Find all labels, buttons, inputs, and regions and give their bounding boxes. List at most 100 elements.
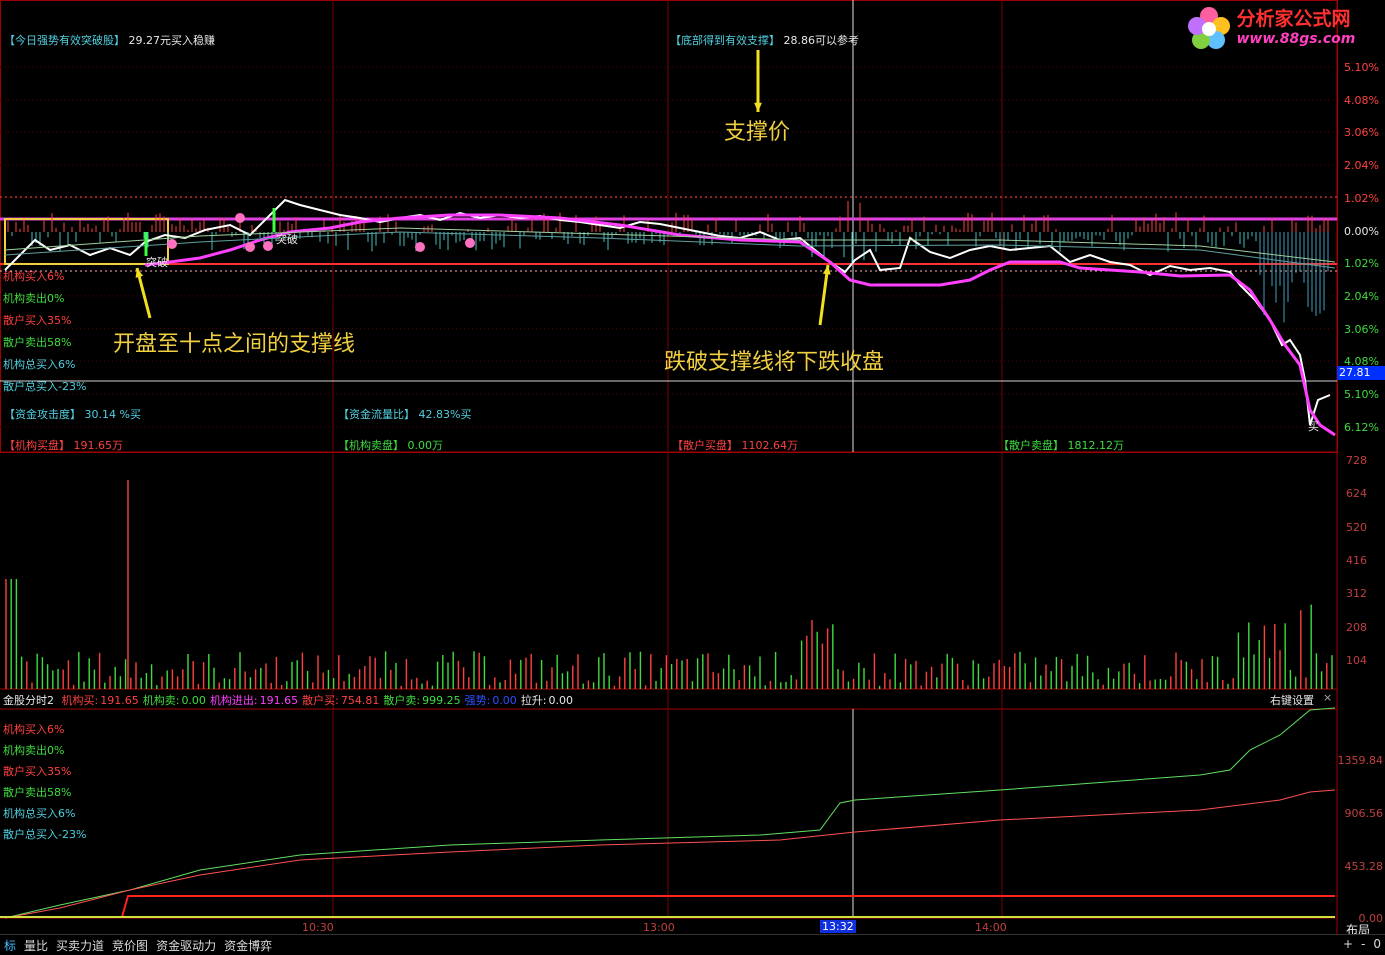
average-price-line xyxy=(144,213,1336,437)
tab-auction-chart[interactable]: 竞价图 xyxy=(108,935,152,955)
indicator-item-value: 0.00 xyxy=(492,694,517,707)
intraday-chart-canvas[interactable] xyxy=(0,0,1385,955)
label-key: 【散户买盘】 xyxy=(672,439,738,452)
label-key: 【底部得到有效支撑】 xyxy=(670,34,780,47)
main-left-stats: 机构买入6% 机构卖出0% 散户买入35% 散户卖出58% 机构总买入6% 散户… xyxy=(3,266,86,398)
stat-inst-sell: 机构卖出0% xyxy=(3,292,65,305)
label-key: 【机构卖盘】 xyxy=(338,439,404,452)
inst-buy-cumulative xyxy=(5,895,1335,918)
volume-axis-label: 312 xyxy=(1346,587,1367,601)
stat-retail-buy: 散户买入35% xyxy=(3,765,72,778)
price-axis-label: 4.08% xyxy=(1344,93,1379,107)
price-axis-label: 1.02% xyxy=(1344,191,1379,205)
annotation-support-line: 开盘至十点之间的支撑线 xyxy=(113,332,356,357)
indicator-item-label: 机构买: xyxy=(61,694,99,707)
label-value: 0.00万 xyxy=(407,439,444,452)
lower-axis-label: 1359.84 xyxy=(1337,754,1384,767)
buy-mark: 买 xyxy=(1308,420,1319,433)
watermark-url: www.88gs.com xyxy=(1236,31,1356,47)
indicator-item: 拉升: 0.00 xyxy=(521,694,573,707)
indicator-item-value: 999.25 xyxy=(422,694,461,707)
bottom-tab-bar: 标 量比 买卖力道 竞价图 资金驱动力 资金博弈 + - 0 xyxy=(0,934,1385,955)
price-axis-label: 3.06% xyxy=(1344,126,1379,140)
indicator-item-label: 强势: xyxy=(464,694,491,707)
indicator-item: 机构买: 191.65 xyxy=(62,694,139,707)
heart-marker xyxy=(415,242,425,252)
heart-marker xyxy=(263,241,273,251)
label-key: 【今日强势有效突破股】 xyxy=(4,34,125,47)
zoom-in-button[interactable]: + xyxy=(1339,935,1357,955)
label-value: 1102.64万 xyxy=(741,439,799,452)
stat-inst-sell: 机构卖出0% xyxy=(3,744,65,757)
label-key: 【机构买盘】 xyxy=(4,439,70,452)
fund-retail-sell: 【散户卖盘】 1812.12万 xyxy=(998,437,1124,453)
indicator-item: 机构卖: 0.00 xyxy=(143,694,206,707)
volume-axis-label: 624 xyxy=(1346,487,1367,501)
label-key: 【资金攻击度】 xyxy=(4,408,81,421)
annotation-break-support: 跌破支撑线将下跌收盘 xyxy=(664,350,885,375)
label-key: 【散户卖盘】 xyxy=(998,439,1064,452)
stat-retail-buy: 散户买入35% xyxy=(3,314,72,327)
volume-axis-label: 104 xyxy=(1346,653,1367,667)
tab-fund-game[interactable]: 资金博弈 xyxy=(220,935,276,955)
volume-axis-label: 416 xyxy=(1346,553,1367,567)
right-click-settings[interactable]: 右键设置 xyxy=(1270,692,1314,708)
indicator-item: 机构进出: 191.65 xyxy=(210,694,298,707)
current-price-tag: 27.81 xyxy=(1337,366,1385,380)
tab-buy-sell-force[interactable]: 买卖力道 xyxy=(52,935,108,955)
fund-retail-buy: 【散户买盘】 1102.64万 xyxy=(672,437,798,453)
volume-axis-label: 728 xyxy=(1346,454,1367,467)
label-value: 28.86可以参考 xyxy=(783,34,860,47)
opening-range-box xyxy=(4,218,169,265)
label-key: 【资金流量比】 xyxy=(338,408,415,421)
watermark-title: 分析家公式网 xyxy=(1236,8,1351,30)
stat-retail-total: 散户总买入-23% xyxy=(3,380,87,393)
fund-inst-sell: 【机构卖盘】 0.00万 xyxy=(338,437,443,453)
price-axis-label: 6.12% xyxy=(1344,420,1379,434)
price-axis-label: 0.00% xyxy=(1344,224,1379,238)
top-label-left: 【今日强势有效突破股】 29.27元买入稳赚 xyxy=(4,32,215,48)
label-value: 191.65万 xyxy=(73,439,124,452)
stat-retail-sell: 散户卖出58% xyxy=(3,786,72,799)
stat-retail-sell: 散户卖出58% xyxy=(3,336,72,349)
volume-axis-label: 208 xyxy=(1346,620,1367,634)
indicator-name[interactable]: 金股分时2 xyxy=(3,694,54,707)
lower-axis-label: 453.28 xyxy=(1344,860,1384,873)
stat-retail-total: 散户总买入-23% xyxy=(3,828,87,841)
time-cursor-label: 13:32 xyxy=(820,920,856,933)
time-label-1030: 10:30 xyxy=(302,921,334,934)
indicator-item-label: 机构进出: xyxy=(209,694,258,707)
tab-volume-ratio[interactable]: 量比 xyxy=(20,935,52,955)
heart-marker xyxy=(245,242,255,252)
ma-line xyxy=(4,231,1336,269)
indicator-item-label: 散户卖: xyxy=(383,694,421,707)
stat-inst-total: 机构总买入6% xyxy=(3,807,76,820)
close-icon[interactable]: × xyxy=(1323,691,1332,704)
retail-buy-cumulative xyxy=(4,789,1336,919)
lower-left-stats: 机构买入6% 机构卖出0% 散户买入35% 散户卖出58% 机构总买入6% 散户… xyxy=(3,719,86,845)
heart-marker xyxy=(465,238,475,248)
price-axis-label: 2.04% xyxy=(1344,289,1379,303)
indicator-item: 强势: 0.00 xyxy=(465,694,517,707)
time-label-1300: 13:00 xyxy=(643,921,675,934)
indicator-item-value: 191.65 xyxy=(259,694,299,707)
price-axis-label: 2.04% xyxy=(1344,159,1379,173)
zoom-out-button[interactable]: - xyxy=(1357,935,1369,955)
stat-inst-total: 机构总买入6% xyxy=(3,358,76,371)
tab-indicator[interactable]: 标 xyxy=(0,935,20,955)
indicator-item-value: 191.65 xyxy=(100,694,139,707)
lower-axis-label: 906.56 xyxy=(1344,807,1384,820)
indicator-item-value: 0.00 xyxy=(181,694,206,707)
fund-flow: 【资金流量比】 42.83%买 xyxy=(338,406,471,422)
annotation-support-price: 支撑价 xyxy=(724,120,791,145)
tab-fund-driver[interactable]: 资金驱动力 xyxy=(152,935,220,955)
reset-button[interactable]: 0 xyxy=(1369,935,1385,955)
tupo-label-1: 突破 xyxy=(146,256,168,269)
indicator-item-value: 0.00 xyxy=(548,694,574,707)
label-value: 1812.12万 xyxy=(1067,439,1125,452)
price-axis-label: 1.02% xyxy=(1344,257,1379,271)
heart-marker xyxy=(235,213,245,223)
label-value: 30.14 %买 xyxy=(84,408,141,421)
indicator-item-label: 散户买: xyxy=(302,694,339,707)
indicator-item-value: 754.81 xyxy=(340,694,380,707)
